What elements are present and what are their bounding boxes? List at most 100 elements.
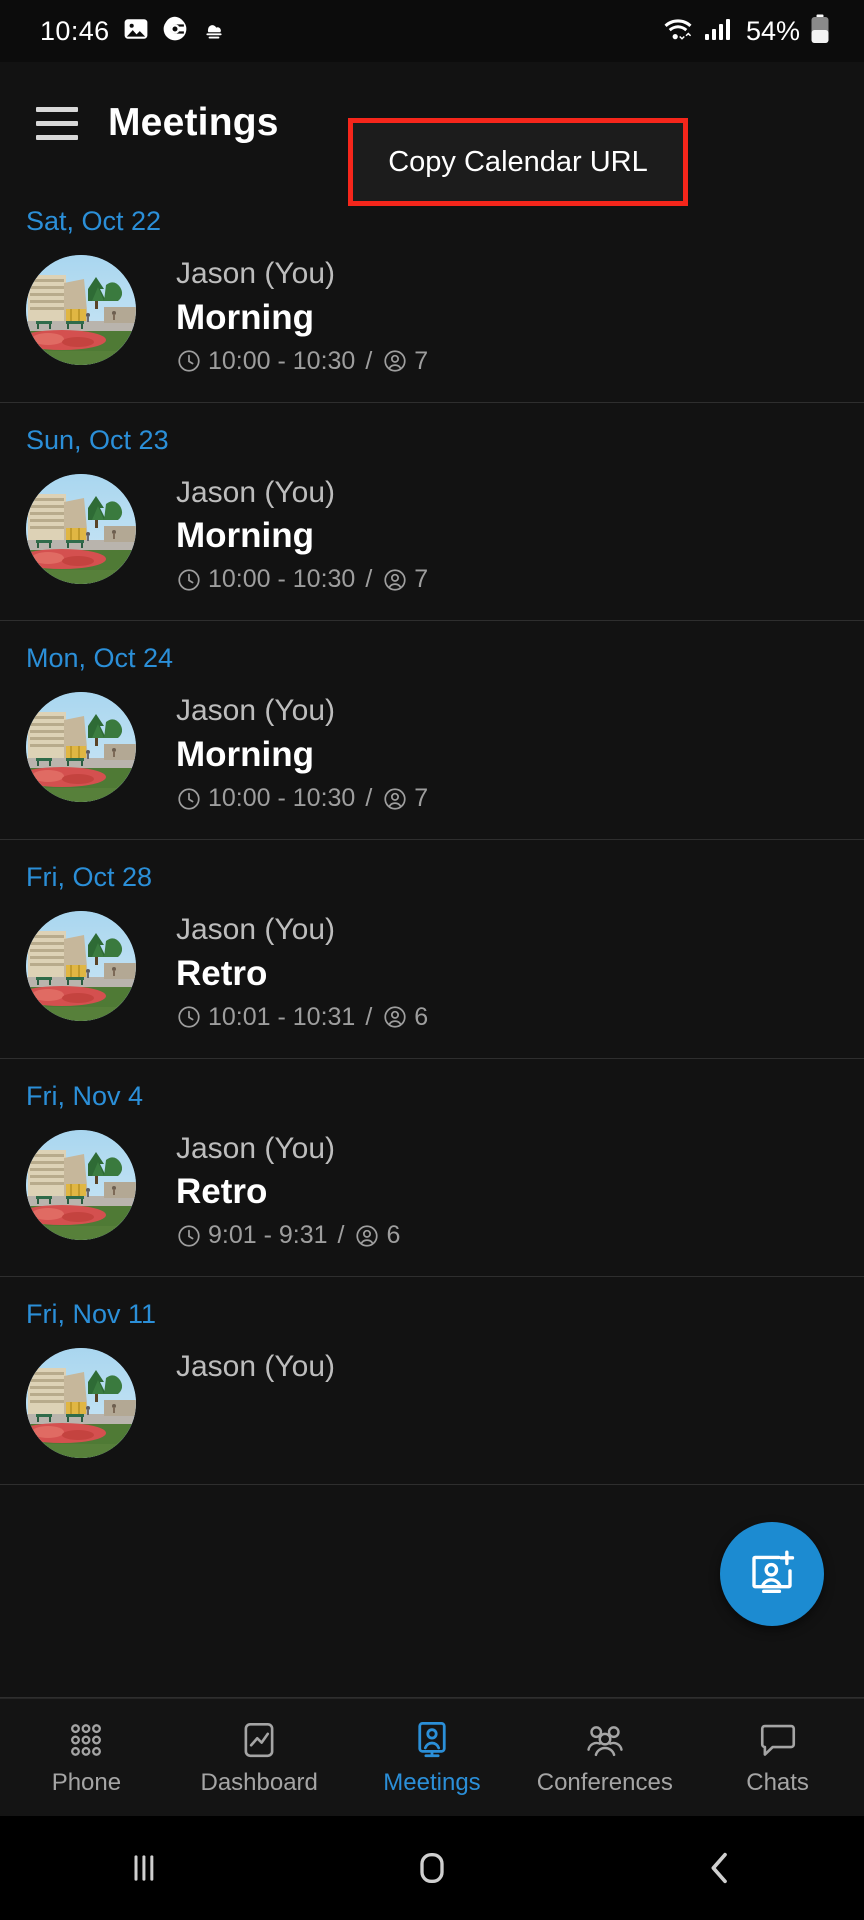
- participants-icon: [382, 567, 408, 593]
- participants-icon: [382, 786, 408, 812]
- group-people-icon: [584, 1718, 626, 1762]
- participants-icon: [354, 1223, 380, 1249]
- nav-item-label: Meetings: [383, 1769, 481, 1796]
- page-title: Meetings: [108, 101, 279, 144]
- status-bar-right: 54%: [662, 14, 830, 49]
- meeting-time: 9:01 - 9:31: [208, 1221, 328, 1250]
- meeting-group[interactable]: Fri, Nov 11 Jason (You): [0, 1277, 864, 1486]
- participant-count: 6: [414, 1002, 429, 1031]
- clock-icon: [176, 1223, 202, 1249]
- nav-item-label: Chats: [746, 1769, 809, 1796]
- meeting-details: Jason (You) Morning 10:00 - 10:30 / 7: [176, 688, 428, 813]
- chrome-icon: [162, 16, 188, 47]
- meeting-subject: Morning: [176, 516, 315, 556]
- meeting-date-header: Sat, Oct 22: [26, 206, 162, 236]
- nav-item-conferences[interactable]: Conferences: [518, 1718, 691, 1797]
- image-icon: [123, 16, 149, 47]
- back-button[interactable]: [576, 1848, 864, 1888]
- meeting-details: Jason (You): [176, 1344, 335, 1386]
- recents-button[interactable]: [0, 1849, 288, 1887]
- home-button[interactable]: [288, 1848, 576, 1888]
- participant-count: 7: [414, 784, 429, 813]
- meeting-subject: Retro: [176, 1172, 268, 1212]
- meeting-time: 10:00 - 10:30: [208, 784, 356, 813]
- copy-calendar-url-label: Copy Calendar URL: [388, 145, 648, 178]
- nav-item-meetings[interactable]: Meetings: [346, 1718, 519, 1797]
- cloud-icon: [201, 16, 227, 47]
- meeting-organizer: Jason (You): [176, 1350, 335, 1384]
- clock-icon: [176, 786, 202, 812]
- bottom-navigation: Phone Dashboard Meetings Conferences Cha…: [0, 1698, 864, 1816]
- clock-icon: [176, 348, 202, 374]
- meeting-organizer: Jason (You): [176, 475, 335, 509]
- meeting-meta: 10:00 - 10:30 / 7: [176, 347, 428, 376]
- nav-item-label: Dashboard: [200, 1769, 318, 1796]
- add-meeting-fab[interactable]: [720, 1522, 824, 1626]
- avatar: [26, 473, 136, 584]
- meeting-meta: 10:00 - 10:30 / 7: [176, 784, 428, 813]
- meeting-group[interactable]: Sun, Oct 23 Jason (You) Morning 10:00 - …: [0, 403, 864, 622]
- meeting-details: Jason (You) Morning 10:00 - 10:30 / 7: [176, 251, 428, 376]
- status-bar-left: 10:46: [40, 16, 227, 47]
- meta-separator: /: [365, 1002, 373, 1031]
- meeting-row[interactable]: Jason (You) Retro 10:01 - 10:31 / 6: [0, 901, 864, 1042]
- meeting-date-header: Fri, Oct 28: [26, 862, 153, 893]
- app-root: 10:46 54% Meetings Copy Calendar URL Sat…: [0, 0, 864, 1920]
- meeting-organizer: Jason (You): [176, 257, 335, 290]
- meeting-meta: 10:01 - 10:31 / 6: [176, 1003, 428, 1032]
- battery-icon: [810, 14, 830, 49]
- participant-count: 7: [414, 346, 429, 375]
- participant-count: 6: [386, 1221, 401, 1250]
- avatar: [26, 692, 136, 803]
- avatar: [26, 1348, 136, 1459]
- meta-separator: /: [365, 346, 373, 375]
- meeting-details: Jason (You) Morning 10:00 - 10:30 / 7: [176, 470, 428, 595]
- meeting-subject: Retro: [176, 953, 268, 993]
- meeting-row[interactable]: Jason (You): [0, 1338, 864, 1468]
- meeting-group[interactable]: Sat, Oct 22 Jason (You) Morning 10:00 - …: [0, 184, 864, 403]
- meeting-meta: 10:00 - 10:30 / 7: [176, 565, 428, 594]
- meeting-organizer: Jason (You): [176, 1131, 335, 1165]
- meeting-screen-icon: [411, 1718, 453, 1762]
- meeting-subject: Morning: [176, 297, 315, 337]
- android-system-nav: [0, 1816, 864, 1920]
- avatar: [26, 911, 136, 1022]
- avatar: [26, 1129, 136, 1240]
- chart-icon: [238, 1718, 280, 1762]
- clock-icon: [176, 1004, 202, 1030]
- speech-bubble-icon: [757, 1718, 799, 1762]
- app-bar: Meetings Copy Calendar URL: [0, 62, 864, 206]
- meeting-row[interactable]: Jason (You) Morning 10:00 - 10:30 / 7: [0, 464, 864, 605]
- status-bar-clock: 10:46: [40, 15, 110, 46]
- clock-icon: [176, 567, 202, 593]
- nav-item-label: Conferences: [536, 1769, 673, 1796]
- nav-item-dashboard[interactable]: Dashboard: [173, 1718, 346, 1797]
- meeting-group[interactable]: Fri, Nov 4 Jason (You) Retro 9:01 - 9:31…: [0, 1059, 864, 1278]
- wifi-icon: [662, 15, 694, 48]
- nav-item-label: Phone: [51, 1769, 122, 1796]
- add-meeting-icon: [745, 1545, 799, 1604]
- status-bar: 10:46 54%: [0, 0, 864, 62]
- meeting-meta: 9:01 - 9:31 / 6: [176, 1221, 400, 1250]
- meeting-group[interactable]: Mon, Oct 24 Jason (You) Morning 10:00 - …: [0, 621, 864, 841]
- meta-separator: /: [365, 784, 373, 813]
- meeting-date-header: Fri, Nov 11: [26, 1299, 157, 1330]
- meeting-subject: Morning: [176, 734, 315, 774]
- nav-item-chats[interactable]: Chats: [691, 1718, 864, 1797]
- meetings-list[interactable]: Sat, Oct 22 Jason (You) Morning 10:00 - …: [0, 184, 864, 1920]
- meeting-row[interactable]: Jason (You) Retro 9:01 - 9:31 / 6: [0, 1120, 864, 1261]
- meeting-row[interactable]: Jason (You) Morning 10:00 - 10:30 / 7: [0, 245, 864, 386]
- meeting-details: Jason (You) Retro 10:01 - 10:31 / 6: [176, 907, 428, 1032]
- nav-item-phone[interactable]: Phone: [0, 1718, 173, 1797]
- hamburger-menu-icon[interactable]: [28, 94, 86, 152]
- meeting-row[interactable]: Jason (You) Morning 10:00 - 10:30 / 7: [0, 682, 864, 823]
- dialpad-icon: [65, 1718, 107, 1762]
- meeting-details: Jason (You) Retro 9:01 - 9:31 / 6: [176, 1126, 400, 1251]
- battery-percent-label: 54%: [745, 15, 800, 46]
- meeting-group[interactable]: Fri, Oct 28 Jason (You) Retro 10:01 - 10…: [0, 840, 864, 1059]
- meeting-organizer: Jason (You): [176, 913, 335, 947]
- meeting-date-header: Mon, Oct 24: [26, 643, 174, 674]
- meeting-time: 10:00 - 10:30: [208, 565, 356, 594]
- meeting-organizer: Jason (You): [176, 694, 335, 728]
- cellular-signal-icon: [704, 16, 732, 47]
